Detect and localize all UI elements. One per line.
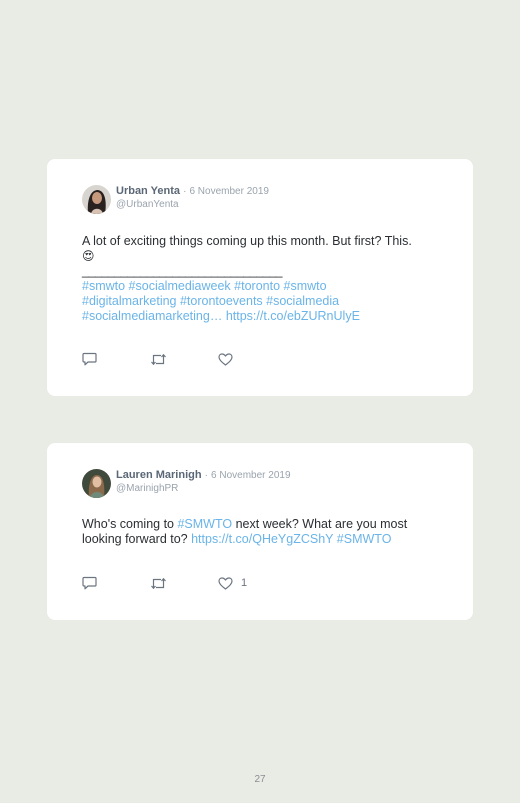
tweet-link[interactable]: https://t.co/QHeYgZCShY bbox=[191, 532, 333, 546]
retweet-button[interactable] bbox=[150, 577, 218, 590]
hashtag-link[interactable]: #SMWTO bbox=[337, 532, 392, 546]
tweet-text: Who's coming to #SMWTO next week? What a… bbox=[82, 517, 442, 547]
hashtag-line[interactable]: #socialmediamarketing… bbox=[82, 309, 222, 323]
tweet-date[interactable]: 6 November 2019 bbox=[211, 470, 291, 481]
tweet-text-part: Who's coming to bbox=[82, 517, 178, 531]
tweet-meta: Lauren Marinigh · 6 November 2019 @Marin… bbox=[116, 469, 291, 495]
retweet-icon bbox=[151, 577, 166, 589]
hashtag-link[interactable]: #SMWTO bbox=[177, 517, 232, 531]
reply-button[interactable] bbox=[82, 352, 150, 366]
tweet-header: Lauren Marinigh · 6 November 2019 @Marin… bbox=[82, 469, 291, 498]
tweet-actions: 1 bbox=[82, 576, 247, 590]
tweet-link[interactable]: https://t.co/ebZURnUlyE bbox=[226, 309, 360, 323]
author-name[interactable]: Lauren Marinigh bbox=[116, 469, 202, 481]
tweet-header: Urban Yenta · 6 November 2019 @UrbanYent… bbox=[82, 185, 269, 214]
avatar[interactable] bbox=[82, 469, 111, 498]
page-number: 27 bbox=[254, 774, 266, 785]
hashtag-line[interactable]: #smwto #socialmediaweek #toronto #smwto bbox=[82, 279, 327, 293]
reply-button[interactable] bbox=[82, 576, 150, 590]
reply-icon bbox=[82, 576, 97, 590]
tweet-meta: Urban Yenta · 6 November 2019 @UrbanYent… bbox=[116, 185, 269, 211]
tweet-actions bbox=[82, 352, 241, 366]
heart-icon bbox=[218, 352, 233, 366]
author-handle[interactable]: @UrbanYenta bbox=[116, 198, 269, 211]
avatar[interactable] bbox=[82, 185, 111, 214]
retweet-button[interactable] bbox=[150, 353, 218, 366]
tweet-date[interactable]: 6 November 2019 bbox=[189, 186, 269, 197]
author-handle[interactable]: @MarinighPR bbox=[116, 482, 291, 495]
separator-dot: · bbox=[204, 470, 208, 481]
tweet-card: Lauren Marinigh · 6 November 2019 @Marin… bbox=[47, 443, 473, 620]
like-count: 1 bbox=[241, 577, 248, 589]
tweet-text: A lot of exciting things coming up this … bbox=[82, 234, 442, 324]
tweet-card: Urban Yenta · 6 November 2019 @UrbanYent… bbox=[47, 159, 473, 396]
heart-eyes-emoji: 😍 bbox=[82, 249, 95, 263]
like-button[interactable] bbox=[218, 352, 241, 366]
separator-dot: · bbox=[183, 186, 187, 197]
like-button[interactable]: 1 bbox=[218, 576, 248, 590]
author-name[interactable]: Urban Yenta bbox=[116, 185, 180, 197]
hashtag-line[interactable]: #digitalmarketing #torontoevents #social… bbox=[82, 294, 339, 308]
tweet-text-line: A lot of exciting things coming up this … bbox=[82, 234, 412, 248]
reply-icon bbox=[82, 352, 97, 366]
heart-icon bbox=[218, 576, 233, 590]
divider-line: _______________________________ bbox=[82, 264, 283, 278]
retweet-icon bbox=[151, 353, 166, 365]
